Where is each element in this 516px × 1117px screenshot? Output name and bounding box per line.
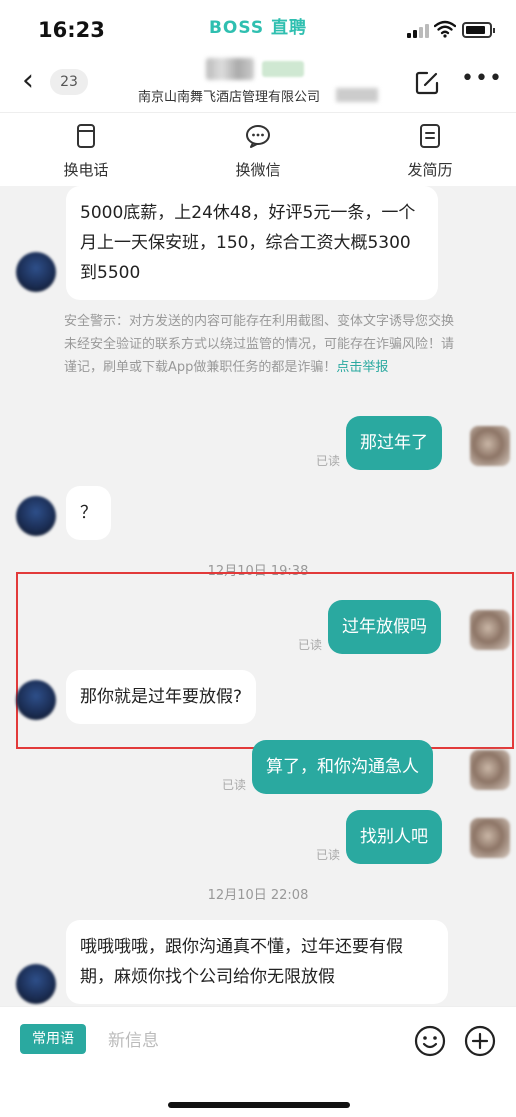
message-bubble-outgoing: 找别人吧 (346, 810, 442, 864)
more-icon[interactable]: ••• (461, 66, 503, 91)
wifi-icon (434, 20, 456, 38)
security-warning-text: 安全警示：对方发送的内容可能存在利用截图、变体文字诱导您交换未经安全验证的联系方… (64, 314, 455, 375)
user-avatar[interactable] (470, 750, 510, 790)
message-bubble-incoming: 哦哦哦哦，跟你沟通真不懂，过年还要有假期，麻烦你找个公司给你无限放假 (66, 920, 448, 1004)
user-avatar[interactable] (470, 426, 510, 466)
action-bar: 换电话 换微信 发简历 (0, 112, 516, 186)
common-phrases-button[interactable]: 常用语 (20, 1024, 86, 1054)
recruiter-avatar[interactable] (16, 680, 56, 720)
security-warning: 安全警示：对方发送的内容可能存在利用截图、变体文字诱导您交换未经安全验证的联系方… (64, 310, 464, 379)
timestamp: 12月10日 22:08 (207, 888, 309, 903)
read-receipt: 已读 (316, 454, 341, 468)
signal-icon (407, 24, 429, 38)
message-bubble-outgoing: 那过年了 (346, 416, 442, 470)
recruiter-avatar[interactable] (16, 496, 56, 536)
user-avatar[interactable] (470, 818, 510, 858)
message-bubble-incoming: 那你就是过年要放假? (66, 670, 257, 724)
phone-icon (77, 124, 95, 148)
recruiter-avatar[interactable] (16, 964, 56, 1004)
edit-icon[interactable] (414, 70, 440, 96)
chat-header: ‹ 23 南京山南舞飞酒店管理有限公司 ••• (0, 52, 516, 112)
action-resume[interactable]: 发简历 (407, 123, 453, 180)
message-bubble-outgoing: 算了，和你沟通急人 (252, 740, 433, 794)
action-resume-label: 发简历 (407, 161, 453, 179)
emoji-icon[interactable] (414, 1025, 446, 1057)
action-phone-label: 换电话 (63, 161, 109, 179)
company-name: 南京山南舞飞酒店管理有限公司 (138, 90, 321, 105)
wechat-icon (246, 125, 270, 148)
back-arrow-icon[interactable]: ‹ (22, 66, 34, 96)
read-receipt: 已读 (298, 638, 323, 652)
action-wechat[interactable]: 换微信 (235, 123, 281, 180)
report-link[interactable]: 点击举报 (336, 360, 388, 375)
message-bubble-incoming: 5000底薪，上24休48，好评5元一条，一个月上一天保安班，150，综合工资大… (66, 186, 438, 300)
resume-icon (420, 124, 440, 148)
unread-badge[interactable]: 23 (50, 69, 88, 95)
message-bubble-outgoing: 过年放假吗 (328, 600, 441, 654)
plus-icon[interactable] (464, 1025, 496, 1057)
message-input[interactable] (108, 1027, 388, 1055)
user-avatar[interactable] (470, 610, 510, 650)
contact-name-blurred (206, 58, 254, 80)
input-bar: 常用语 (0, 1006, 516, 1117)
read-receipt: 已读 (316, 848, 341, 862)
contact-tag-blurred (262, 61, 304, 77)
status-bar: 16:23 BOSS 直聘 (0, 0, 516, 52)
action-phone[interactable]: 换电话 (63, 123, 109, 180)
action-wechat-label: 换微信 (235, 161, 281, 179)
company-suffix-blurred (336, 88, 378, 102)
battery-icon (462, 22, 495, 38)
home-indicator (168, 1102, 350, 1108)
chat-area[interactable]: 5000底薪，上24休48，好评5元一条，一个月上一天保安班，150，综合工资大… (0, 186, 516, 1006)
message-bubble-incoming: ？ (66, 486, 111, 540)
read-receipt: 已读 (222, 778, 247, 792)
recruiter-avatar[interactable] (16, 252, 56, 292)
